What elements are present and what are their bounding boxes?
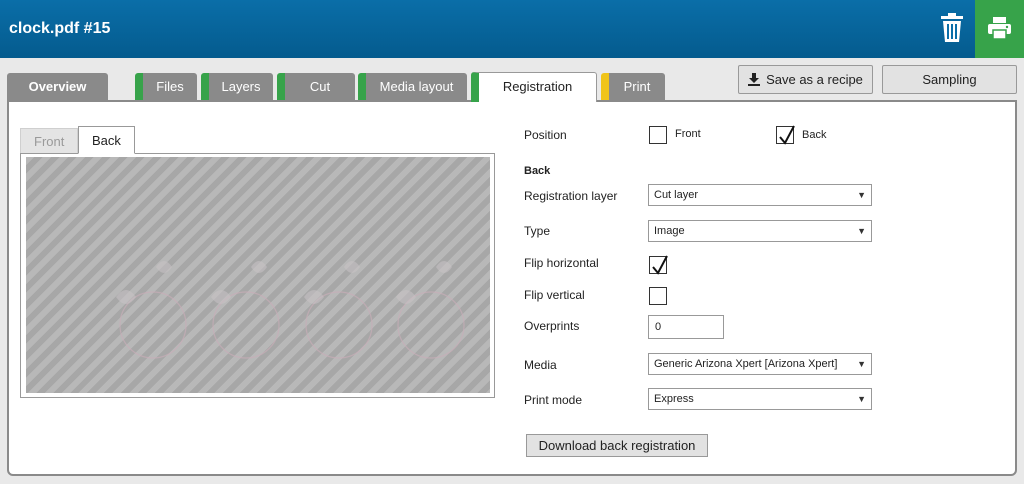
download-icon	[748, 73, 761, 86]
registration-layer-select[interactable]: Cut layer ▼	[648, 184, 872, 206]
sampling-button[interactable]: Sampling	[882, 65, 1017, 94]
front-checkbox[interactable]	[649, 126, 667, 144]
tab-media-layout[interactable]: Media layout	[358, 73, 467, 100]
overprints-label: Overprints	[524, 319, 580, 333]
flip-horizontal-label: Flip horizontal	[524, 256, 599, 270]
tab-registration[interactable]: Registration	[471, 72, 597, 102]
section-title: Back	[524, 165, 551, 177]
tab-cut[interactable]: Cut	[277, 73, 355, 100]
page-title: clock.pdf #15	[9, 20, 111, 37]
tab-back[interactable]: Back	[78, 126, 135, 154]
print-button[interactable]	[975, 0, 1024, 58]
save-as-recipe-button[interactable]: Save as a recipe	[738, 65, 873, 94]
position-label: Position	[524, 128, 567, 142]
type-select[interactable]: Image ▼	[648, 220, 872, 242]
clock-artwork	[116, 261, 465, 359]
dropdown-arrow-icon: ▼	[857, 226, 866, 236]
download-back-registration-button[interactable]: Download back registration	[526, 434, 708, 457]
tab-overview[interactable]: Overview	[7, 73, 108, 100]
back-option-label: Back	[802, 129, 827, 141]
print-mode-select[interactable]: Express ▼	[648, 388, 872, 410]
registration-preview	[20, 153, 495, 398]
flip-horizontal-checkbox[interactable]	[649, 255, 668, 275]
type-label: Type	[524, 224, 551, 238]
preview-image	[26, 157, 490, 393]
dropdown-arrow-icon: ▼	[857, 190, 866, 200]
checkmark-icon	[652, 255, 668, 275]
print-mode-label: Print mode	[524, 393, 583, 407]
front-option-label: Front	[675, 128, 701, 140]
tab-front[interactable]: Front	[20, 128, 79, 154]
checkmark-icon	[779, 125, 795, 145]
app-header: clock.pdf #15	[0, 0, 1024, 58]
back-checkbox[interactable]	[776, 125, 795, 145]
flip-vertical-label: Flip vertical	[524, 288, 585, 302]
media-select[interactable]: Generic Arizona Xpert [Arizona Xpert] ▼	[648, 353, 872, 375]
dropdown-arrow-icon: ▼	[857, 359, 866, 369]
media-label: Media	[524, 358, 557, 372]
printer-icon	[988, 17, 1011, 40]
overprints-input[interactable]: 0	[648, 315, 724, 339]
tab-print[interactable]: Print	[601, 73, 665, 100]
registration-layer-label: Registration layer	[524, 189, 618, 203]
trash-icon[interactable]	[938, 12, 966, 44]
dropdown-arrow-icon: ▼	[857, 394, 866, 404]
flip-vertical-checkbox[interactable]	[649, 287, 667, 305]
tab-files[interactable]: Files	[135, 73, 197, 100]
tab-layers[interactable]: Layers	[201, 73, 273, 100]
